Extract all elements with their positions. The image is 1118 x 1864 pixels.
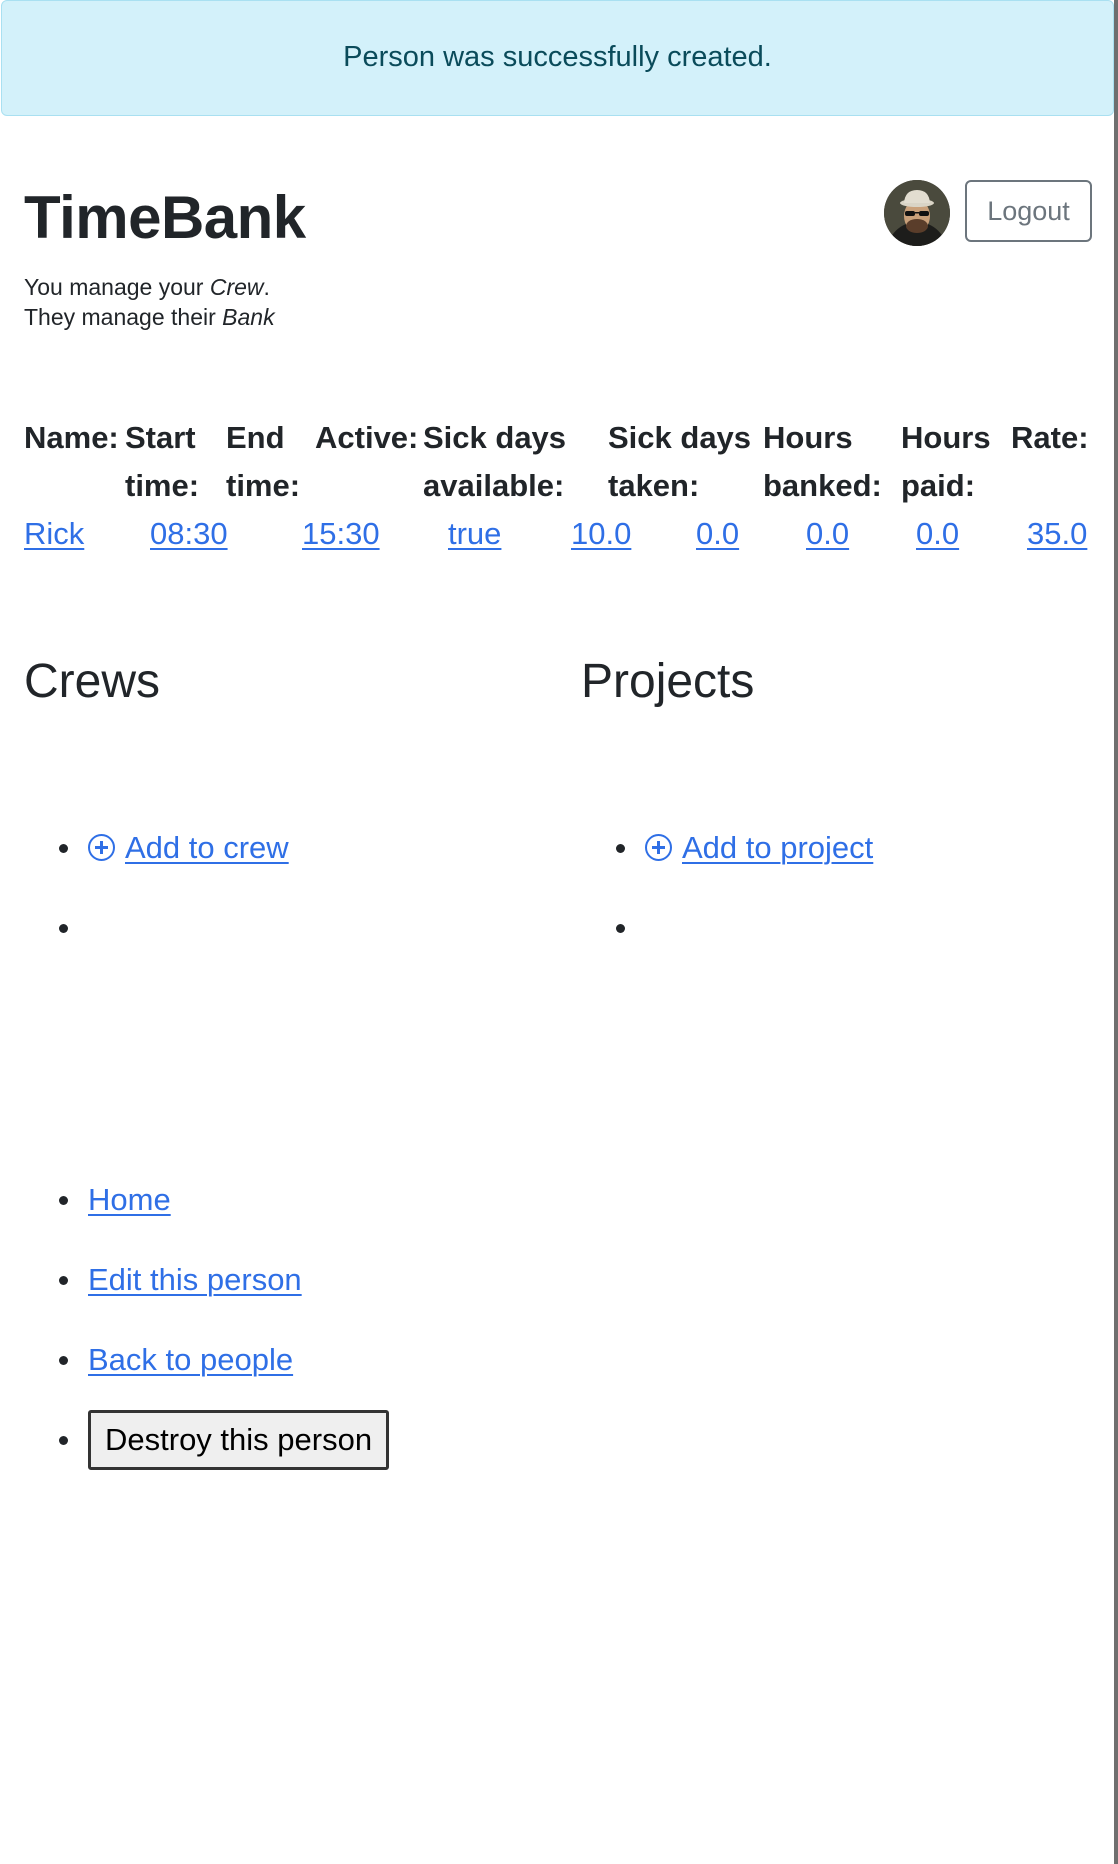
cell-sick-days-taken-link[interactable]: 0.0: [696, 510, 739, 558]
header-end-time: End time:: [226, 420, 301, 503]
add-to-project-link[interactable]: Add to project: [645, 830, 873, 865]
home-link[interactable]: Home: [88, 1182, 171, 1217]
projects-list: Add to project: [581, 828, 1101, 988]
actions-list-item: Back to people: [24, 1340, 624, 1420]
header-start-time: Start time:: [125, 420, 200, 503]
projects-heading: Projects: [581, 655, 755, 708]
crews-list-item: Add to crew: [24, 828, 544, 908]
person-actions-list: Home Edit this person Back to people Des…: [24, 1180, 624, 1500]
cell-hours-paid-link[interactable]: 0.0: [916, 510, 959, 558]
edit-person-link[interactable]: Edit this person: [88, 1262, 302, 1297]
actions-list-item: Home: [24, 1180, 624, 1260]
back-to-people-link[interactable]: Back to people: [88, 1342, 293, 1377]
person-details-table: Name: Start time: End time: Active: Sick d…: [0, 0, 1118, 560]
header-sick-days-available: Sick days available:: [423, 420, 567, 503]
header-sick-days-taken: Sick days taken:: [608, 420, 752, 503]
cell-active-link[interactable]: true: [448, 510, 501, 558]
actions-list-item: Destroy this person: [24, 1410, 624, 1500]
cell-start-time-link[interactable]: 08:30: [150, 510, 228, 558]
cell-rate-link[interactable]: 35.0: [1027, 510, 1087, 558]
destroy-person-button[interactable]: Destroy this person: [88, 1410, 390, 1470]
cell-sick-days-available-link[interactable]: 10.0: [571, 510, 631, 558]
add-to-crew-link[interactable]: Add to crew: [88, 830, 289, 865]
header-name: Name:: [24, 420, 119, 455]
cell-name-link[interactable]: Rick: [24, 510, 84, 558]
plus-circle-icon: [645, 834, 672, 861]
cell-hours-banked-link[interactable]: 0.0: [806, 510, 849, 558]
header-active: Active:: [315, 420, 419, 455]
header-hours-paid: Hours paid:: [901, 420, 991, 503]
projects-list-item: Add to project: [581, 828, 1101, 908]
crews-list-item-empty: [24, 908, 544, 988]
plus-circle-icon: [88, 834, 115, 861]
crews-heading: Crews: [24, 655, 161, 708]
actions-list-item: Edit this person: [24, 1260, 624, 1340]
header-hours-banked: Hours banked:: [763, 420, 882, 503]
crews-list: Add to crew: [24, 828, 544, 988]
header-rate: Rate:: [1011, 420, 1089, 455]
projects-list-item-empty: [581, 908, 1101, 988]
cell-end-time-link[interactable]: 15:30: [302, 510, 380, 558]
window-edge: [1114, 0, 1118, 1864]
